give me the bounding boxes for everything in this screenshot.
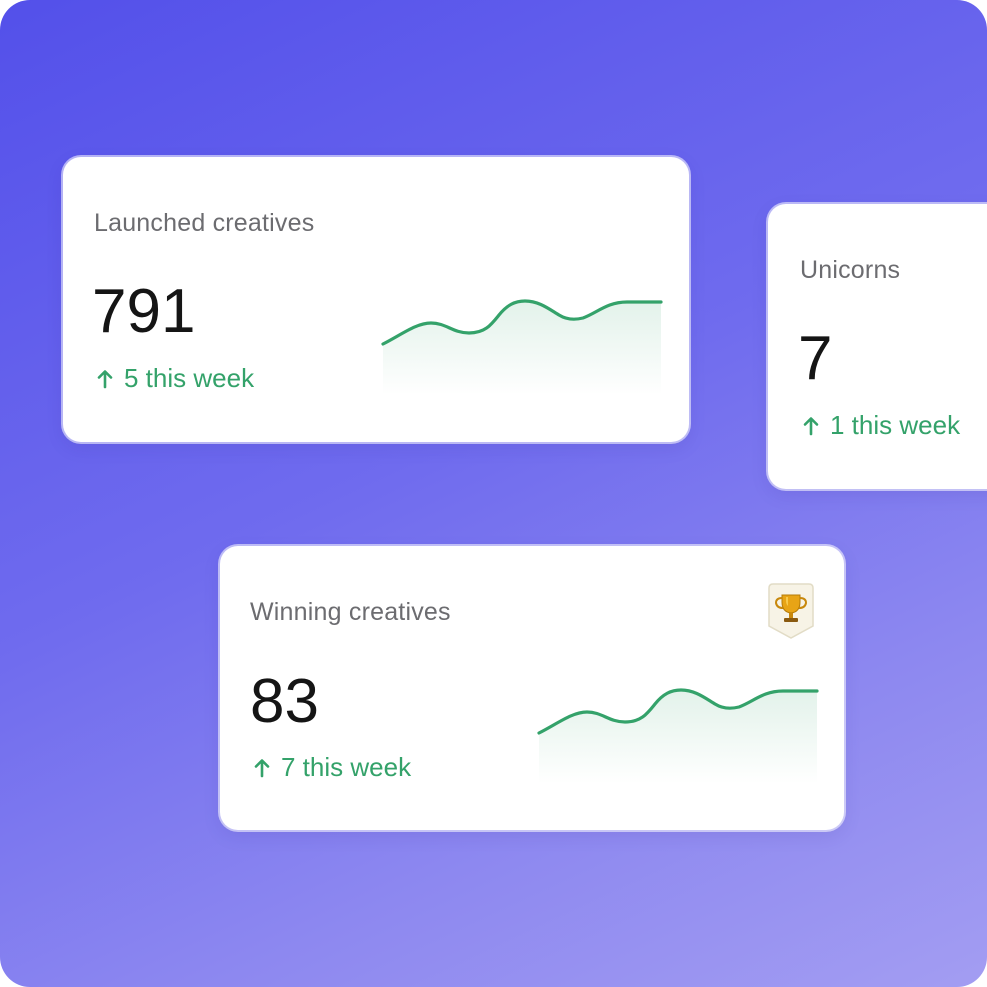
card-title: Launched creatives [94,209,315,237]
card-title: Unicorns [800,256,901,284]
winning-creatives-card[interactable]: Winning creatives 83 7 this week [220,546,844,830]
card-value: 7 [798,324,833,393]
unicorns-card[interactable]: Unicorns 7 1 this week [768,204,987,489]
weekly-change-text: 7 this week [281,752,412,782]
weekly-change-text: 1 this week [830,410,961,440]
weekly-change: 5 this week [94,363,254,394]
launched-creatives-card[interactable]: Launched creatives 791 5 this week [63,157,689,442]
trophy-icon [765,582,817,640]
weekly-change: 1 this week [800,410,960,441]
sparkline-icon [537,688,819,784]
dashboard-canvas: Launched creatives 791 5 this week Unico… [0,0,987,987]
weekly-change: 7 this week [251,752,411,783]
sparkline-icon [381,299,663,395]
card-value: 791 [92,277,196,346]
card-value: 83 [250,667,319,736]
arrow-up-icon [800,415,822,437]
card-title: Winning creatives [250,598,451,626]
arrow-up-icon [94,368,116,390]
weekly-change-text: 5 this week [124,363,255,393]
arrow-up-icon [251,757,273,779]
